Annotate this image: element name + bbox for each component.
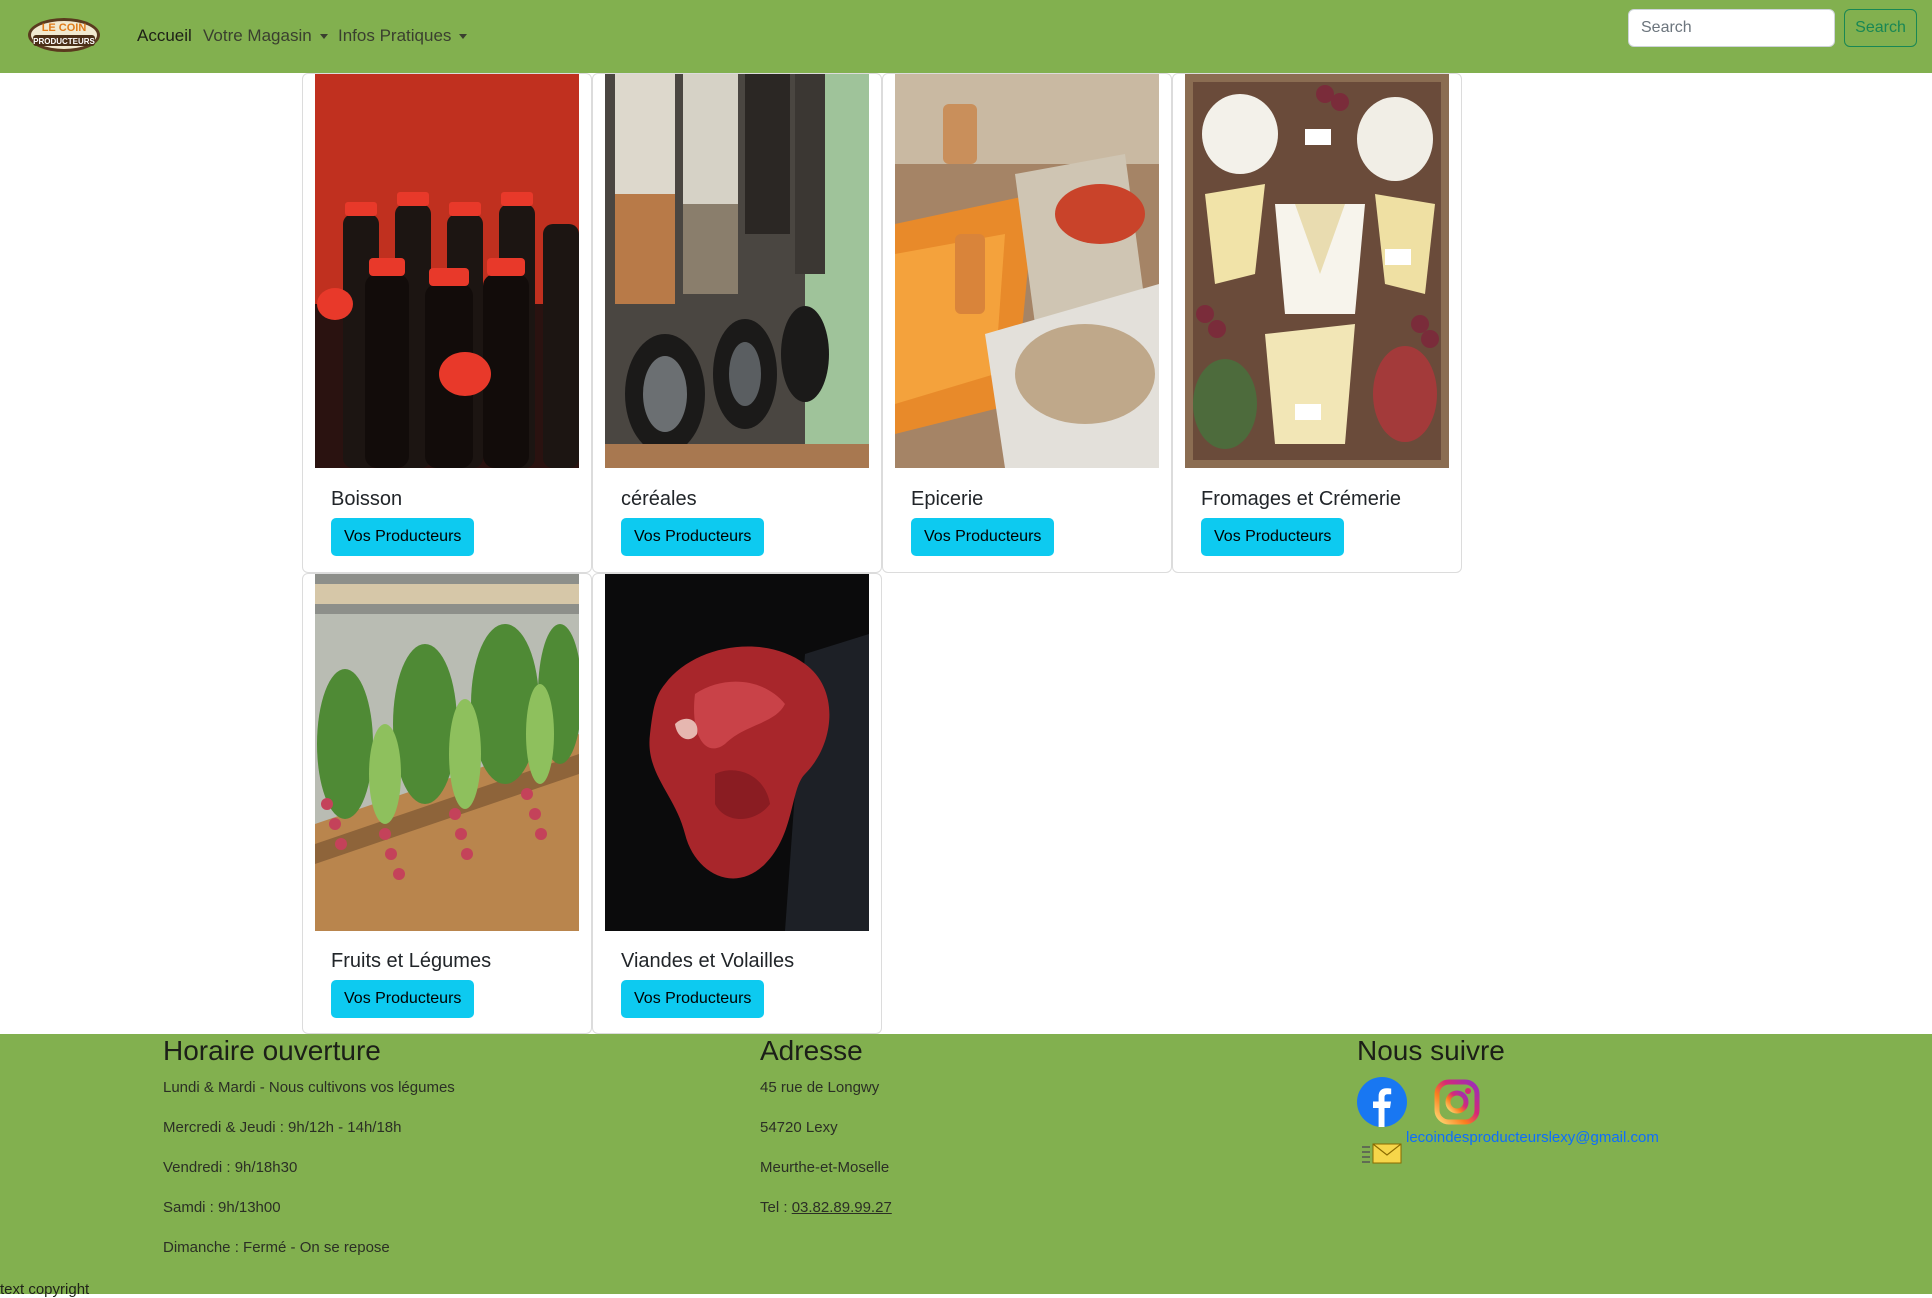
- facebook-icon[interactable]: [1357, 1077, 1407, 1127]
- svg-text:LE COIN: LE COIN: [42, 22, 87, 34]
- phone-label: Tel :: [760, 1199, 792, 1216]
- search-button[interactable]: Search: [1844, 9, 1917, 47]
- phone-link[interactable]: 03.82.89.99.27: [792, 1199, 892, 1216]
- vos-producteurs-button[interactable]: Vos Producteurs: [331, 980, 475, 1018]
- card-title: Viandes et Volailles: [621, 950, 795, 972]
- vos-producteurs-button[interactable]: Vos Producteurs: [621, 518, 765, 556]
- nav-item-infos-pratiques[interactable]: Infos Pratiques: [338, 26, 468, 46]
- phone-line: Tel : 03.82.89.99.27: [760, 1199, 892, 1216]
- search-input[interactable]: [1628, 9, 1835, 47]
- caret-down-icon: [319, 33, 328, 39]
- footer-address: Adresse: [760, 1034, 863, 1067]
- vos-producteurs-button[interactable]: Vos Producteurs: [911, 518, 1055, 556]
- cheese-platter-photo: [1185, 74, 1449, 468]
- nav-item-label: Votre Magasin: [203, 26, 312, 45]
- envelope-icon: [1362, 1138, 1402, 1164]
- category-card-cereales: céréales Vos Producteurs: [592, 73, 882, 573]
- email-link[interactable]: lecoindesproducteurslexy@gmail.com: [1406, 1129, 1659, 1146]
- footer-hours: Horaire ouverture: [163, 1034, 381, 1067]
- card-title: Boisson: [331, 488, 403, 510]
- footer-social-title: Nous suivre: [1357, 1035, 1505, 1066]
- nav-item-accueil[interactable]: Accueil: [137, 26, 192, 46]
- footer-address-title: Adresse: [760, 1035, 863, 1066]
- hours-line: Dimanche : Fermé - On se repose: [163, 1239, 390, 1256]
- brand-logo[interactable]: LE COIN PRODUCTEURS: [27, 14, 101, 56]
- card-title: céréales: [621, 488, 697, 510]
- category-card-boisson: Boisson Vos Producteurs: [302, 73, 592, 573]
- hours-line: Vendredi : 9h/18h30: [163, 1159, 298, 1176]
- vos-producteurs-button[interactable]: Vos Producteurs: [331, 518, 475, 556]
- meat-photo: [605, 574, 869, 931]
- footer-social: Nous suivre: [1357, 1034, 1505, 1067]
- card-title: Epicerie: [911, 488, 984, 510]
- category-card-viandes: Viandes et Volailles Vos Producteurs: [592, 573, 882, 1034]
- footer: Horaire ouverture Lundi & Mardi - Nous c…: [0, 1034, 1932, 1298]
- caret-down-icon: [459, 33, 468, 39]
- spices-photo: [895, 74, 1159, 468]
- nav-item-label: Infos Pratiques: [338, 26, 452, 45]
- svg-text:PRODUCTEURS: PRODUCTEURS: [33, 37, 95, 46]
- address-line: 54720 Lexy: [760, 1119, 838, 1136]
- address-line: 45 rue de Longwy: [760, 1079, 880, 1096]
- vegetables-photo: [315, 574, 579, 931]
- address-line: Meurthe-et-Moselle: [760, 1159, 890, 1176]
- category-card-fruits-legumes: Fruits et Légumes Vos Producteurs: [302, 573, 592, 1034]
- vos-producteurs-button[interactable]: Vos Producteurs: [1201, 518, 1345, 556]
- nav-item-votre-magasin[interactable]: Votre Magasin: [203, 26, 328, 46]
- card-title: Fromages et Crémerie: [1201, 488, 1402, 510]
- footer-hours-title: Horaire ouverture: [163, 1035, 381, 1066]
- instagram-icon[interactable]: [1434, 1079, 1480, 1125]
- hours-line: Mercredi & Jeudi : 9h/12h - 14h/18h: [163, 1119, 402, 1136]
- nav-item-label: Accueil: [137, 26, 192, 45]
- category-card-fromages: Fromages et Crémerie Vos Producteurs: [1172, 73, 1462, 573]
- navbar: LE COIN PRODUCTEURS Accueil Votre Magasi…: [0, 0, 1932, 73]
- copyright-text: text copyright: [0, 1281, 90, 1298]
- vos-producteurs-button[interactable]: Vos Producteurs: [621, 980, 765, 1018]
- hours-line: Lundi & Mardi - Nous cultivons vos légum…: [163, 1079, 455, 1096]
- category-card-epicerie: Epicerie Vos Producteurs: [882, 73, 1172, 573]
- hours-line: Samdi : 9h/13h00: [163, 1199, 281, 1216]
- bottles-photo: [315, 74, 579, 468]
- card-title: Fruits et Légumes: [331, 950, 492, 972]
- cereal-dispensers-photo: [605, 74, 869, 468]
